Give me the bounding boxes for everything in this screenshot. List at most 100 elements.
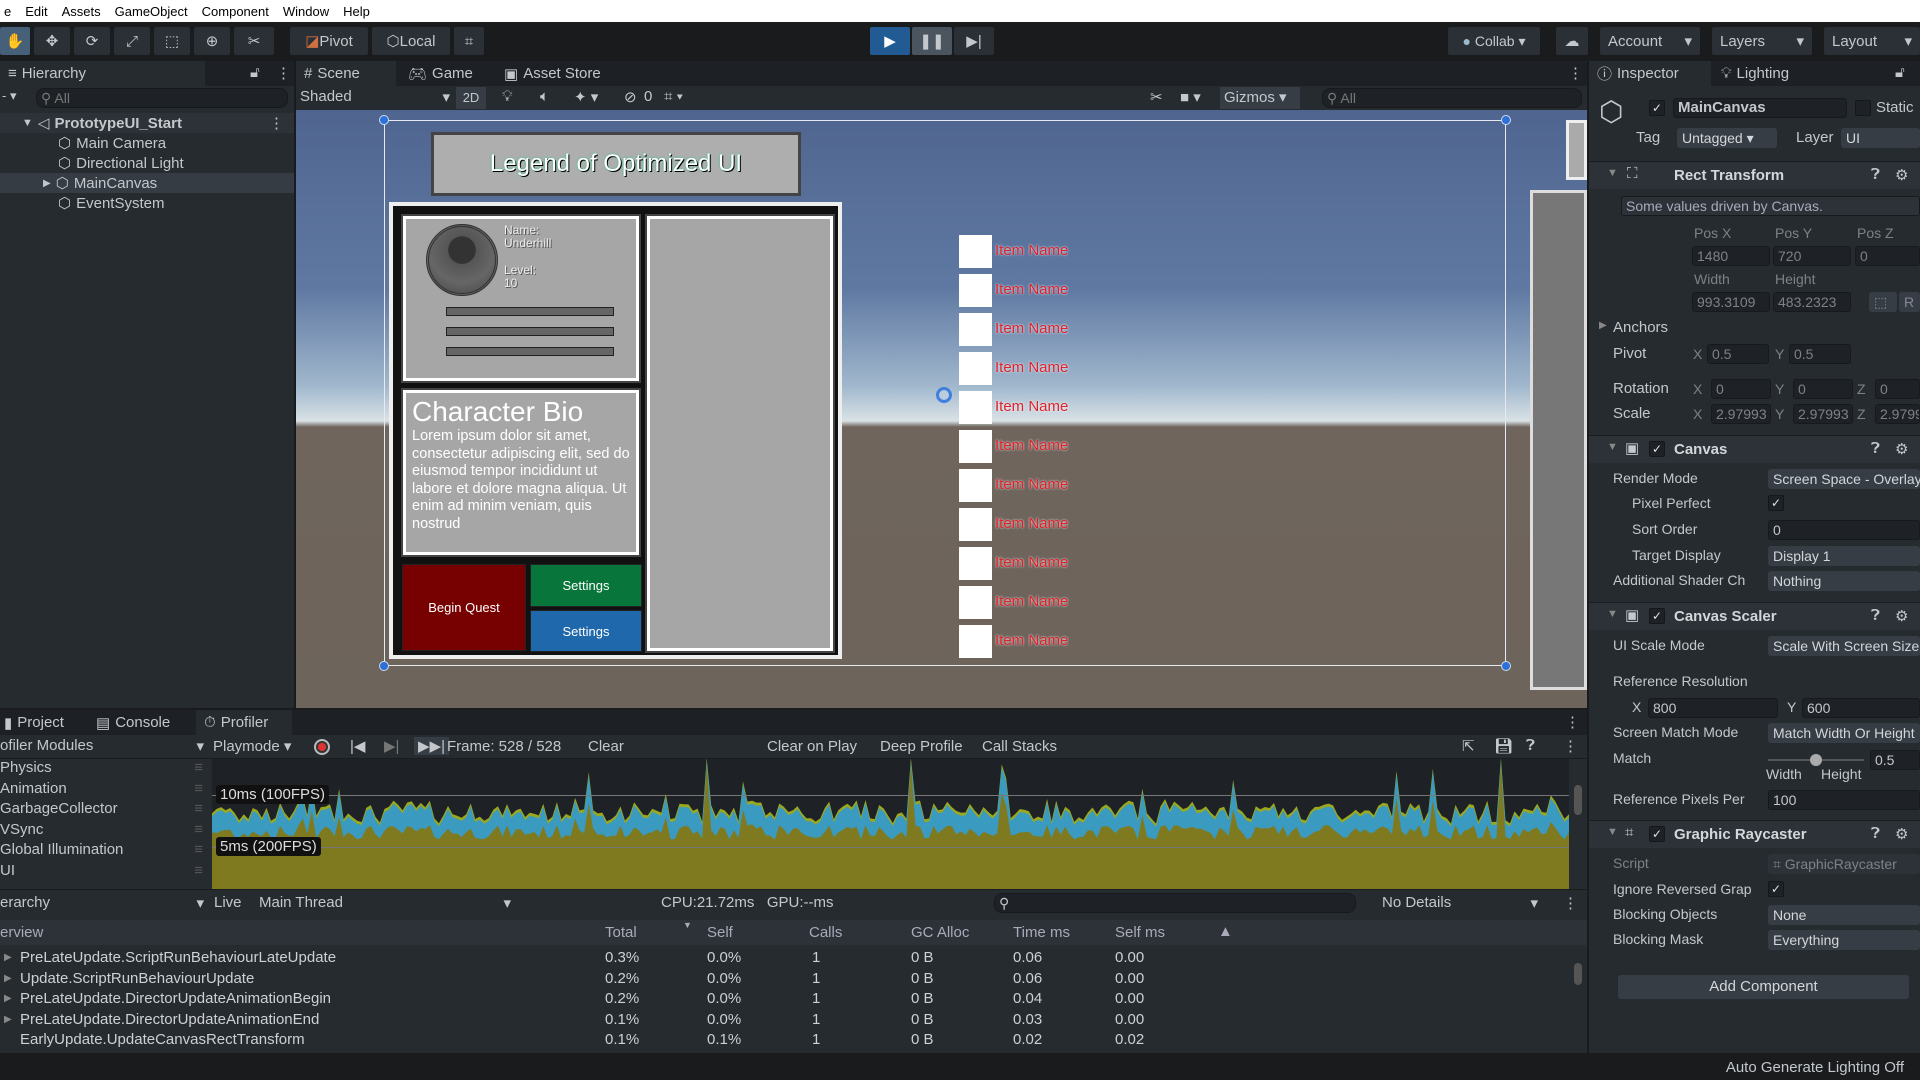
step-button[interactable]: ▶|	[954, 27, 994, 55]
ref-x-field[interactable]: 800	[1648, 698, 1778, 718]
inventory-item[interactable]: Item Name	[957, 622, 1127, 658]
hierarchy-item-directional-light[interactable]: ⬡ Directional Light	[0, 153, 294, 173]
profiler-search-input[interactable]: ⚲	[994, 893, 1356, 913]
shader-channels-dropdown[interactable]: Nothing	[1768, 571, 1920, 591]
layout-dropdown[interactable]: Layout ▾	[1824, 27, 1920, 55]
rotation-y-field[interactable]: 0	[1793, 379, 1853, 399]
table-row[interactable]: ▶ Update.ScriptRunBehaviourUpdate 0.2% 0.0%…	[0, 970, 1570, 990]
save-icon[interactable]: 💾︎	[1494, 737, 1513, 755]
match-field[interactable]: 0.5	[1870, 750, 1920, 770]
profiler-module-item[interactable]: Global Illumination ≡	[0, 841, 211, 862]
column-calls[interactable]: Calls	[809, 924, 842, 941]
account-dropdown[interactable]: Account ▾	[1600, 27, 1700, 55]
posz-field[interactable]: 0	[1855, 246, 1920, 266]
inventory-item[interactable]: Item Name	[957, 427, 1127, 463]
tab-hierarchy[interactable]: ≡ Hierarchy	[0, 61, 205, 86]
menu-file[interactable]: e	[4, 4, 11, 19]
deep-profile-toggle[interactable]: Deep Profile	[880, 738, 963, 755]
profiler-module-item[interactable]: VSync ≡	[0, 821, 211, 842]
slider-thumb[interactable]	[1810, 754, 1822, 766]
settings-button-blue[interactable]: Settings	[530, 610, 642, 652]
blocking-objects-dropdown[interactable]: None	[1768, 905, 1920, 925]
height-field[interactable]: 483.2323	[1773, 292, 1851, 312]
match-slider[interactable]	[1768, 754, 1864, 766]
grid-toggle-icon[interactable]: ⌗ ▾	[664, 88, 683, 105]
lighting-toggle-icon[interactable]: 💡︎	[502, 88, 513, 105]
posy-field[interactable]: 720	[1773, 246, 1851, 266]
inventory-item[interactable]: Item Name	[957, 310, 1127, 346]
help-icon[interactable]: ❓︎	[1871, 166, 1880, 183]
warning-icon[interactable]: ▲	[1218, 923, 1233, 940]
inventory-item[interactable]: Item Name	[957, 271, 1127, 307]
menu-edit[interactable]: Edit	[25, 4, 47, 19]
column-time-ms[interactable]: Time ms	[1013, 924, 1070, 941]
scene-root-row[interactable]: ▼ ◁ PrototypeUI_Start ⋮	[0, 113, 294, 133]
previous-frame-icon[interactable]: |◀	[350, 737, 365, 755]
rect-handle[interactable]	[1501, 661, 1511, 671]
layers-dropdown[interactable]: Layers ▾	[1712, 27, 1812, 55]
gameobject-cube-icon[interactable]: ⬡	[1599, 95, 1623, 128]
profiler-module-item[interactable]: Physics ≡	[0, 759, 211, 780]
inventory-item[interactable]: Item Name	[957, 232, 1127, 268]
settings-button-green[interactable]: Settings	[530, 564, 642, 607]
chart-scrollbar[interactable]	[1569, 759, 1587, 889]
tab-game[interactable]: 🎮︎ Game	[400, 61, 481, 86]
details-dropdown[interactable]: No Details ▾	[1382, 894, 1538, 912]
more-icon[interactable]: ⋮	[1568, 64, 1583, 82]
ref-y-field[interactable]: 600	[1802, 698, 1920, 718]
cloud-icon[interactable]: ☁	[1556, 27, 1588, 55]
rotation-z-field[interactable]: 0	[1875, 379, 1920, 399]
blocking-mask-dropdown[interactable]: Everything	[1768, 930, 1920, 950]
menu-assets[interactable]: Assets	[62, 4, 101, 19]
raycaster-enabled-checkbox[interactable]: ✓	[1649, 826, 1665, 842]
inventory-item[interactable]: Item Name	[957, 388, 1127, 424]
canvas-scaler-header[interactable]: ▼ ▣ ✓ Canvas Scaler ❓︎ ⚙	[1589, 602, 1920, 630]
sort-order-field[interactable]: 0	[1768, 520, 1920, 540]
scale-tool-icon[interactable]: ⤢	[114, 27, 150, 55]
tab-project[interactable]: ▮ Project	[0, 710, 72, 735]
expand-arrow-icon[interactable]: ▶	[4, 1014, 12, 1025]
tab-asset-store[interactable]: ▣ Asset Store	[496, 61, 609, 86]
transform-tool-icon[interactable]: ⊕	[194, 27, 230, 55]
help-icon[interactable]: ❓︎	[1871, 440, 1880, 457]
table-row[interactable]: ▶ PreLateUpdate.DirectorUpdateAnimationEn…	[0, 1011, 1570, 1031]
column-self-ms[interactable]: Self ms	[1115, 924, 1165, 941]
more-icon[interactable]: ⋮	[276, 64, 291, 82]
scrollbar-thumb[interactable]	[1574, 785, 1582, 815]
profiler-modules-dropdown[interactable]: ofiler Modules ▾	[0, 737, 204, 755]
canvas-enabled-checkbox[interactable]: ✓	[1649, 441, 1665, 457]
expand-arrow-icon[interactable]: ▶	[4, 973, 12, 984]
thread-dropdown[interactable]: Main Thread ▾	[259, 894, 511, 912]
more-icon[interactable]: ⋮	[1565, 713, 1580, 731]
hidden-objects-icon[interactable]: ⊘	[624, 88, 637, 106]
tools-icon[interactable]: ✂	[1150, 88, 1163, 106]
hierarchy-item-maincanvas[interactable]: ▶ ⬡ MainCanvas	[0, 173, 294, 193]
add-component-button[interactable]: Add Component	[1618, 975, 1909, 999]
grid-snap-icon[interactable]: ⌗	[454, 27, 484, 55]
rect-tool-icon[interactable]: ⬚	[154, 27, 190, 55]
pivot-handle[interactable]	[936, 387, 952, 403]
width-field[interactable]: 993.3109	[1692, 292, 1770, 312]
add-dropdown[interactable]: - ▾	[2, 88, 16, 104]
table-row[interactable]: ▶ PreLateUpdate.ScriptRunBehaviourLateUpd…	[0, 949, 1570, 969]
tag-dropdown[interactable]: Untagged ▾	[1677, 128, 1777, 148]
drag-handle-icon[interactable]: ≡	[194, 780, 203, 801]
collapse-arrow-icon[interactable]: ▼	[1607, 826, 1618, 838]
play-button[interactable]: ▶	[870, 27, 910, 55]
menu-gameobject[interactable]: GameObject	[115, 4, 188, 19]
2d-toggle[interactable]: 2D	[456, 87, 486, 109]
shading-mode-dropdown[interactable]: Shaded ▾	[300, 88, 450, 108]
rect-handle[interactable]	[379, 115, 389, 125]
column-total[interactable]: Total	[605, 924, 637, 941]
collapse-arrow-icon[interactable]: ▼	[1607, 441, 1618, 453]
hand-tool-icon[interactable]: ✋	[0, 27, 30, 55]
tab-scene[interactable]: # Scene	[296, 61, 396, 86]
help-icon[interactable]: ❓︎	[1526, 737, 1535, 754]
table-row[interactable]: ▶ PreLateUpdate.DirectorUpdateAnimationBe…	[0, 990, 1570, 1010]
more-icon[interactable]: ⋮	[1563, 894, 1578, 912]
pivot-toggle[interactable]: ◪ Pivot	[290, 27, 368, 55]
camera-icon[interactable]: ■ ▾	[1180, 88, 1201, 106]
expand-arrow-icon[interactable]: ▶	[4, 993, 12, 1004]
script-field[interactable]: ⌗ GraphicRaycaster	[1768, 854, 1920, 874]
canvas-header[interactable]: ▼ ▣ ✓ Canvas ❓︎ ⚙	[1589, 435, 1920, 463]
